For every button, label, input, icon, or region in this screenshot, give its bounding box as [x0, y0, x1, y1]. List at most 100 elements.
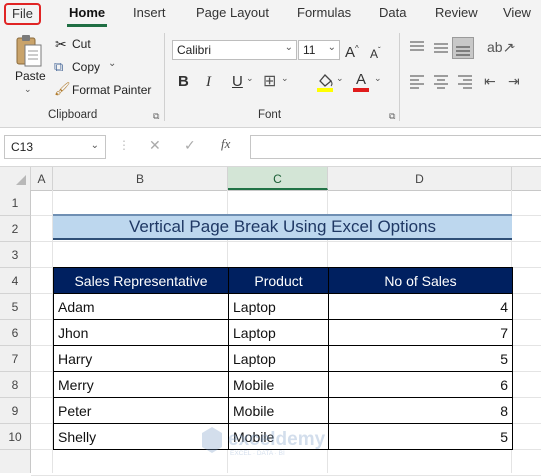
header-product[interactable]: Product	[228, 267, 329, 294]
top-align-icon[interactable]	[408, 39, 426, 57]
cell-product[interactable]: Laptop	[228, 345, 329, 372]
cut-button[interactable]: Cut	[72, 37, 91, 51]
cell-sales-rep[interactable]: Shelly	[53, 423, 229, 450]
copy-button[interactable]: Copy	[72, 60, 100, 74]
cell-sales-rep[interactable]: Adam	[53, 293, 229, 320]
align-left-icon[interactable]	[408, 73, 426, 91]
increase-indent-icon[interactable]: ⇥	[508, 73, 520, 90]
fill-color-button[interactable]	[316, 71, 334, 93]
ribbon-tab-bar: File Home Insert Page Layout Formulas Da…	[0, 0, 541, 27]
row-header-4[interactable]: 4	[0, 268, 31, 294]
bottom-align-icon[interactable]	[452, 37, 474, 59]
underline-dropdown-icon[interactable]: ⌄	[246, 73, 254, 84]
column-header-d[interactable]: D	[328, 167, 512, 190]
cell-product[interactable]: Mobile	[228, 371, 329, 398]
row-header-2[interactable]: 2	[0, 216, 31, 242]
cell-product[interactable]: Laptop	[228, 293, 329, 320]
copy-icon[interactable]: ⧉	[54, 59, 63, 75]
column-header-c[interactable]: C	[228, 167, 328, 190]
tab-view[interactable]: View	[503, 5, 531, 20]
align-center-icon[interactable]	[432, 73, 450, 91]
font-color-swatch	[353, 88, 369, 92]
name-box-value: C13	[11, 140, 34, 154]
column-header-bar: A B C D	[0, 166, 541, 191]
align-right-icon[interactable]	[456, 73, 474, 91]
row-header-10[interactable]: 10	[0, 424, 31, 450]
cell-product[interactable]: Mobile	[228, 397, 329, 424]
increase-font-size-icon[interactable]: A^	[345, 40, 359, 62]
select-all-button[interactable]	[0, 167, 31, 190]
gridline	[31, 241, 541, 242]
row-header-7[interactable]: 7	[0, 346, 31, 372]
cell-no-of-sales[interactable]: 8	[328, 397, 513, 424]
tab-review[interactable]: Review	[435, 5, 478, 20]
cell-no-of-sales[interactable]: 6	[328, 371, 513, 398]
font-group-label: Font	[258, 109, 282, 121]
header-no-of-sales[interactable]: No of Sales	[328, 267, 513, 294]
cell-product[interactable]: Laptop	[228, 319, 329, 346]
table-row: Jhon Laptop 7	[53, 319, 513, 346]
column-header-b[interactable]: B	[53, 167, 228, 190]
borders-dropdown-icon[interactable]: ⌄	[281, 73, 289, 84]
row-header-9[interactable]: 9	[0, 398, 31, 424]
cut-icon[interactable]: ✂	[55, 36, 67, 53]
italic-button[interactable]: I	[206, 73, 211, 91]
copy-dropdown-icon[interactable]: ⌄	[108, 58, 116, 69]
row-header-6[interactable]: 6	[0, 320, 31, 346]
paste-icon	[16, 35, 42, 67]
cancel-entry-icon[interactable]: ✕	[149, 137, 161, 154]
vertical-dots-icon: ⋮	[118, 138, 130, 152]
cell-sales-rep[interactable]: Jhon	[53, 319, 229, 346]
tab-insert[interactable]: Insert	[133, 5, 166, 20]
font-color-icon: A	[356, 71, 367, 88]
row-header-3[interactable]: 3	[0, 242, 31, 268]
cell-no-of-sales[interactable]: 7	[328, 319, 513, 346]
tab-formulas[interactable]: Formulas	[297, 5, 351, 20]
font-name-combo[interactable]: Calibri ⌄	[172, 40, 297, 60]
cell-sales-rep[interactable]: Merry	[53, 371, 229, 398]
cell-no-of-sales[interactable]: 5	[328, 423, 513, 450]
enter-entry-icon[interactable]: ✓	[184, 137, 196, 154]
row-header-1[interactable]: 1	[0, 190, 31, 216]
font-size-combo[interactable]: 11 ⌄	[298, 40, 340, 60]
clipboard-launcher-icon[interactable]: ⧉	[153, 111, 159, 122]
paste-dropdown-icon[interactable]: ⌄	[24, 84, 32, 95]
borders-icon[interactable]: ⊞	[263, 71, 276, 91]
insert-function-icon[interactable]: fx	[221, 136, 230, 152]
tab-file[interactable]: File	[4, 3, 41, 25]
column-header-a[interactable]: A	[31, 167, 53, 190]
font-launcher-icon[interactable]: ⧉	[389, 111, 395, 122]
decrease-font-size-icon[interactable]: Aˇ	[370, 42, 381, 63]
font-color-dropdown-icon[interactable]: ⌄	[374, 73, 382, 84]
clipboard-group-label: Clipboard	[48, 109, 98, 121]
cell-sales-rep[interactable]: Peter	[53, 397, 229, 424]
underline-button[interactable]: U	[232, 73, 243, 91]
column-header-e[interactable]	[512, 167, 541, 190]
row-header-5[interactable]: 5	[0, 294, 31, 320]
tab-page-layout[interactable]: Page Layout	[196, 5, 269, 20]
row-header-11[interactable]	[0, 450, 31, 473]
header-sales-representative[interactable]: Sales Representative	[53, 267, 229, 294]
chevron-down-icon: ⌄	[90, 140, 99, 151]
group-separator	[399, 33, 400, 121]
formula-input[interactable]	[250, 135, 541, 159]
cell-no-of-sales[interactable]: 5	[328, 345, 513, 372]
format-painter-button[interactable]: Format Painter	[72, 83, 151, 97]
sheet-title-cell[interactable]: Vertical Page Break Using Excel Options	[53, 214, 512, 240]
cell-product[interactable]: Mobile	[228, 423, 329, 450]
middle-align-icon[interactable]	[432, 39, 450, 57]
name-box[interactable]: C13 ⌄	[4, 135, 106, 159]
tab-data[interactable]: Data	[379, 5, 406, 20]
row-header-8[interactable]: 8	[0, 372, 31, 398]
orientation-dropdown-icon[interactable]: ⌄	[509, 40, 517, 51]
cell-sales-rep[interactable]: Harry	[53, 345, 229, 372]
format-painter-icon[interactable]: 🖌	[54, 81, 71, 97]
font-color-button[interactable]: A	[352, 71, 370, 93]
decrease-indent-icon[interactable]: ⇤	[484, 73, 496, 90]
paste-label[interactable]: Paste	[15, 69, 46, 83]
cell-no-of-sales[interactable]: 4	[328, 293, 513, 320]
fill-color-dropdown-icon[interactable]: ⌄	[336, 73, 344, 84]
tab-home[interactable]: Home	[69, 5, 105, 20]
paste-button[interactable]	[14, 33, 44, 69]
bold-button[interactable]: B	[178, 73, 189, 91]
